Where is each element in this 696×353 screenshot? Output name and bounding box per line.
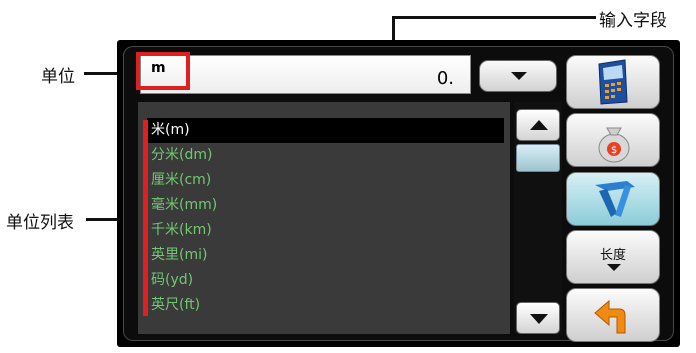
chevron-down-icon — [607, 264, 621, 271]
annotation-unit-list: 单位列表 — [6, 213, 74, 233]
scroll-down-button[interactable] — [516, 302, 560, 334]
svg-text:$: $ — [611, 145, 617, 156]
scrollbar-thumb[interactable] — [516, 144, 560, 172]
list-item[interactable]: 厘米(cm) — [147, 168, 504, 193]
unit-list-highlight-marker — [143, 120, 148, 316]
scroll-up-button[interactable] — [516, 109, 560, 141]
category-select-button[interactable]: 长度 — [566, 230, 660, 284]
unit-convert-button[interactable] — [566, 172, 660, 226]
calculator-icon — [598, 59, 628, 105]
back-button[interactable] — [566, 288, 660, 342]
list-item[interactable]: 英尺(ft) — [147, 293, 504, 318]
annotation-unit: 单位 — [41, 67, 75, 87]
back-arrow-icon — [594, 299, 626, 334]
list-item[interactable]: 千米(km) — [147, 218, 504, 243]
unit-list: 米(m) 分米(dm) 厘米(cm) 毫米(mm) 千米(km) 英里(mi) … — [147, 118, 504, 318]
arrow-down-icon — [530, 314, 548, 324]
unit-dropdown-button[interactable] — [479, 60, 557, 92]
unit-highlight-marker — [136, 52, 190, 90]
list-item[interactable]: 码(yd) — [147, 268, 504, 293]
list-item[interactable]: 毫米(mm) — [147, 193, 504, 218]
arrow-up-icon — [530, 120, 548, 130]
list-item[interactable]: 分米(dm) — [147, 143, 504, 168]
annotation-input-field: 输入字段 — [599, 11, 667, 31]
list-item[interactable]: 英里(mi) — [147, 243, 504, 268]
list-item[interactable]: 米(m) — [147, 118, 504, 143]
annotation-input-field-leader-h — [392, 16, 596, 19]
currency-button[interactable]: $ — [566, 113, 660, 167]
calculator-button[interactable] — [566, 55, 660, 109]
category-label: 长度 — [599, 248, 626, 263]
money-bag-icon: $ — [598, 127, 630, 163]
chevron-down-icon — [511, 72, 527, 80]
unit-value: 0. — [436, 68, 454, 89]
unit-convert-icon — [595, 181, 635, 217]
